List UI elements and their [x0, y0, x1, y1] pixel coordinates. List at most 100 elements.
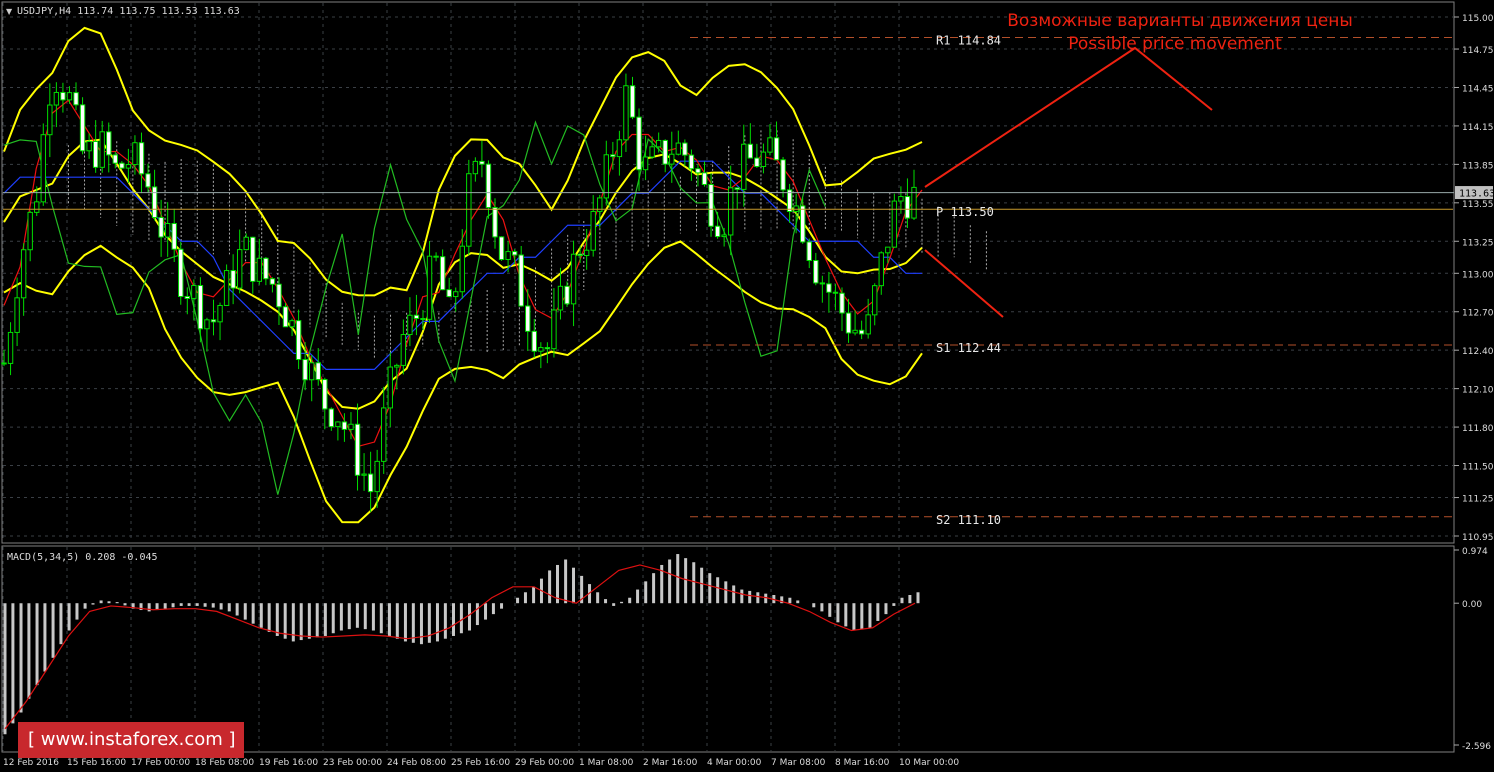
candle-body	[485, 163, 492, 209]
candle-body	[662, 139, 668, 165]
symbol-title: USDJPY,H4 113.74 113.75 113.53 113.63	[17, 6, 240, 17]
candle-body	[164, 223, 171, 238]
candle-body	[106, 131, 112, 156]
candle-body	[92, 140, 99, 168]
candle-body	[374, 460, 380, 493]
candle-body	[439, 256, 446, 291]
time-tick-label: 23 Feb 00:00	[323, 758, 382, 768]
candle-body	[498, 236, 505, 261]
candle-body	[341, 421, 348, 430]
candle-body	[263, 257, 269, 280]
candle-body	[322, 379, 328, 410]
candle-body	[34, 201, 40, 213]
time-tick-label: 8 Mar 16:00	[835, 758, 890, 768]
candle-body	[73, 92, 79, 106]
time-tick-label: 2 Mar 16:00	[643, 758, 698, 768]
macd-tick-label: 0.00	[1462, 600, 1482, 610]
candle-body	[99, 131, 105, 168]
candle-body	[308, 362, 315, 381]
candle-body	[158, 217, 164, 238]
candle-body	[119, 162, 125, 169]
current-price-tag: 113.63	[1459, 189, 1494, 200]
candle-body	[557, 285, 564, 311]
time-tick-label: 18 Feb 08:00	[195, 758, 254, 768]
price-tick-label: 114.15	[1462, 123, 1494, 133]
candle-body	[479, 160, 485, 165]
candle-body	[453, 291, 459, 298]
candle-body	[583, 249, 590, 256]
candle-body	[459, 245, 465, 293]
candle-body	[688, 154, 695, 170]
candle-body	[381, 407, 387, 462]
time-tick-label: 29 Feb 00:00	[515, 758, 574, 768]
candle-body	[295, 320, 302, 361]
price-tick-label: 111.50	[1462, 463, 1494, 473]
candle-body	[328, 408, 335, 428]
candle-body	[898, 196, 904, 202]
macd-tick-label: -2.596	[1462, 742, 1491, 752]
candle-body	[525, 305, 531, 332]
candle-body	[145, 173, 151, 188]
candle-body	[191, 285, 197, 299]
candle-body	[741, 143, 747, 190]
annotation-ru: Возможные варианты движения цены	[1007, 11, 1353, 31]
candle-body	[361, 473, 367, 476]
projection-down-arrow	[924, 249, 1004, 318]
candle-body	[223, 270, 230, 306]
price-tick-label: 111.25	[1462, 495, 1494, 505]
pivot-label: S1 112.44	[936, 341, 1001, 355]
time-tick-label: 10 Mar 00:00	[899, 758, 959, 768]
candle-body	[858, 329, 865, 335]
price-tick-label: 113.55	[1462, 200, 1494, 210]
candle-body	[773, 137, 780, 161]
pivot-label: S2 111.10	[936, 513, 1001, 527]
candle-body	[551, 309, 557, 350]
candle-body	[826, 283, 832, 293]
candle-body	[269, 278, 276, 285]
candle-body	[708, 183, 714, 227]
instaforex-logo: [ www.instaforex.com ]	[18, 722, 244, 758]
macd-signal-line	[4, 564, 916, 730]
candle-body	[47, 104, 53, 136]
time-tick-label: 15 Feb 16:00	[67, 758, 126, 768]
candle-body	[754, 157, 760, 167]
candle-body	[236, 249, 243, 289]
candle-body	[839, 292, 845, 314]
candle-body	[885, 246, 891, 254]
price-tick-label: 112.40	[1462, 347, 1494, 357]
candle-body	[53, 91, 60, 106]
candle-body	[367, 473, 374, 493]
projection-up-arrow	[924, 46, 1213, 188]
candle-body	[845, 312, 852, 334]
price-tick-label: 111.80	[1462, 424, 1494, 434]
candle-body	[27, 211, 33, 251]
time-tick-label: 24 Feb 08:00	[387, 758, 446, 768]
candle-body	[636, 116, 642, 171]
candle-body	[813, 260, 819, 284]
candle-body	[433, 255, 439, 258]
candle-body	[891, 200, 898, 248]
candle-body	[250, 236, 256, 282]
candle-body	[649, 146, 655, 158]
candle-body	[682, 142, 688, 156]
candle-body	[492, 207, 498, 238]
candle-body	[616, 139, 623, 158]
macd-axis: 0.974 0.00 -2.596	[1454, 547, 1491, 752]
pivot-label: R1 114.84	[936, 34, 1001, 48]
candle-body	[256, 257, 263, 282]
candle-body	[911, 186, 917, 219]
candle-body	[204, 319, 210, 330]
candle-body	[151, 186, 158, 219]
candle-body	[217, 304, 223, 323]
time-tick-label: 1 Mar 08:00	[579, 758, 634, 768]
symbol-dropdown-icon[interactable]: ▼	[6, 7, 13, 16]
candle-body	[426, 255, 433, 320]
candle-body	[655, 139, 662, 148]
candle-body	[538, 347, 544, 352]
candle-body	[197, 285, 204, 330]
candle-body	[819, 282, 826, 285]
price-chart[interactable]: R1 114.84 P 113.50 S1 112.44 S2 111.10 Возм…	[0, 0, 1494, 772]
candle-body	[138, 142, 145, 175]
candle-body	[400, 334, 407, 366]
candle-body	[832, 291, 839, 294]
